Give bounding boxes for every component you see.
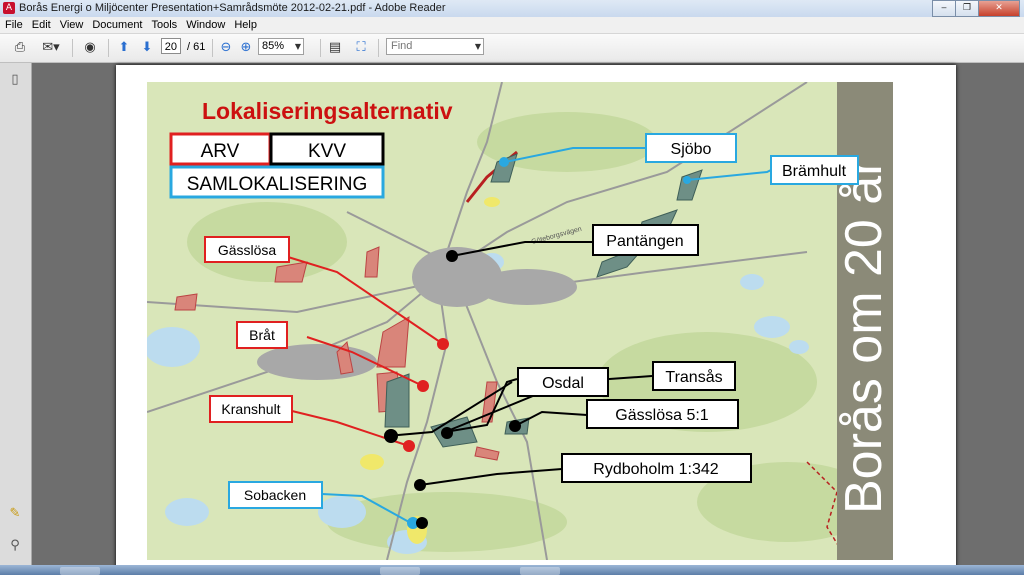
toolbar: ⎙ ✉▾ ◉ ⬆ ⬇ ⊖ ⊕ ▤ ⛶ — [0, 34, 1024, 63]
title-bar: A Borås Energi o Miljöcenter Presentatio… — [0, 0, 1024, 18]
callout-sobacken: Sobacken — [244, 487, 306, 503]
callout-osdal: Osdal — [542, 375, 584, 392]
zoom-in-icon[interactable]: ⊕ — [238, 39, 254, 57]
find-input[interactable]: Find ▼ — [386, 38, 484, 55]
callout-gasslosa51: Gässlösa 5:1 — [615, 407, 708, 424]
menu-window[interactable]: Window — [181, 17, 229, 33]
marker-gasslosa — [437, 338, 449, 350]
zoom-value: 85% — [262, 40, 285, 52]
attachments-icon[interactable]: ⚲ — [6, 537, 24, 555]
callout-transas: Transås — [665, 368, 722, 386]
toolbar-divider — [72, 39, 73, 57]
window-title: Borås Energi o Miljöcenter Presentation+… — [19, 2, 446, 14]
toolbar-divider — [108, 39, 109, 57]
page-number-input[interactable]: 20 — [161, 38, 181, 54]
callout-pantangen: Pantängen — [606, 233, 683, 250]
marker-kranshult-arv — [403, 440, 415, 452]
menu-help[interactable]: Help — [229, 17, 261, 33]
adobe-reader-icon: A — [3, 2, 15, 14]
toolbar-divider — [378, 39, 379, 57]
page-thumbnails-icon[interactable]: ▯ — [6, 71, 24, 89]
toolbar-divider — [320, 39, 321, 57]
callout-kranshult: Kranshult — [221, 401, 280, 417]
legend-arv: ARV — [201, 141, 240, 162]
menu-tools[interactable]: Tools — [147, 17, 182, 33]
zoom-out-icon[interactable]: ⊖ — [218, 39, 234, 57]
find-placeholder: Find — [391, 40, 413, 52]
marker-gasslosa51 — [509, 420, 521, 432]
full-screen-icon[interactable]: ⛶ — [352, 39, 370, 57]
print-icon[interactable]: ⎙ — [10, 39, 30, 57]
menu-view[interactable]: View — [55, 17, 88, 33]
next-page-icon[interactable]: ⬇ — [138, 39, 156, 57]
menu-edit[interactable]: Edit — [27, 17, 55, 33]
taskbar-item[interactable] — [520, 567, 560, 575]
marker-pantangen — [446, 250, 458, 262]
zoom-select[interactable]: 85% ▼ — [258, 38, 304, 55]
side-caption: Borås om 20 år — [835, 159, 893, 515]
marker-brat — [417, 380, 429, 392]
marker-sobacken-black — [416, 517, 428, 529]
chevron-down-icon: ▼ — [294, 42, 301, 51]
callout-bramhult: Brämhult — [782, 163, 847, 180]
marker-bramhult — [683, 176, 691, 184]
comments-icon[interactable]: ✎ — [6, 505, 24, 523]
navigation-pane: ▯ ✎ ⚲ — [0, 63, 32, 575]
legend-kvv: KVV — [308, 141, 346, 162]
taskbar-item[interactable] — [60, 567, 100, 575]
marker-kranshult-kvv — [384, 429, 398, 443]
callout-sjobo: Sjöbo — [671, 141, 712, 158]
chevron-down-icon: ▼ — [474, 42, 481, 51]
page-total: / 61 — [187, 41, 206, 53]
menu-document[interactable]: Document — [87, 17, 146, 33]
minimize-button[interactable]: ‒ — [932, 0, 956, 17]
window-controls: ‒ ❐ ✕ — [932, 0, 1020, 17]
legend-samlokalisering: SAMLOKALISERING — [187, 174, 368, 195]
callout-rydboholm: Rydboholm 1:342 — [593, 461, 719, 478]
menu-bar: File Edit View Document Tools Window Hel… — [0, 17, 1024, 34]
share-icon[interactable]: ✉▾ — [38, 39, 64, 57]
marker-sjobo — [499, 157, 509, 167]
fit-page-icon[interactable]: ▤ — [326, 39, 344, 57]
menu-file[interactable]: File — [0, 17, 27, 33]
slide-title: Lokaliseringsalternativ — [202, 98, 453, 124]
callout-gasslosa: Gässlösa — [218, 242, 277, 258]
close-button[interactable]: ✕ — [978, 0, 1020, 17]
taskbar — [0, 565, 1024, 575]
marker-osdal — [441, 427, 453, 439]
toolbar-divider — [212, 39, 213, 57]
taskbar-item[interactable] — [380, 567, 420, 575]
collaborate-icon[interactable]: ◉ — [80, 39, 100, 57]
marker-rydboholm — [414, 479, 426, 491]
maximize-button[interactable]: ❐ — [955, 0, 979, 17]
callout-brat: Bråt — [249, 327, 275, 343]
slide-map: Lokaliseringsalternativ ARV KVV SAMLOKAL… — [147, 82, 893, 560]
previous-page-icon[interactable]: ⬆ — [115, 39, 133, 57]
